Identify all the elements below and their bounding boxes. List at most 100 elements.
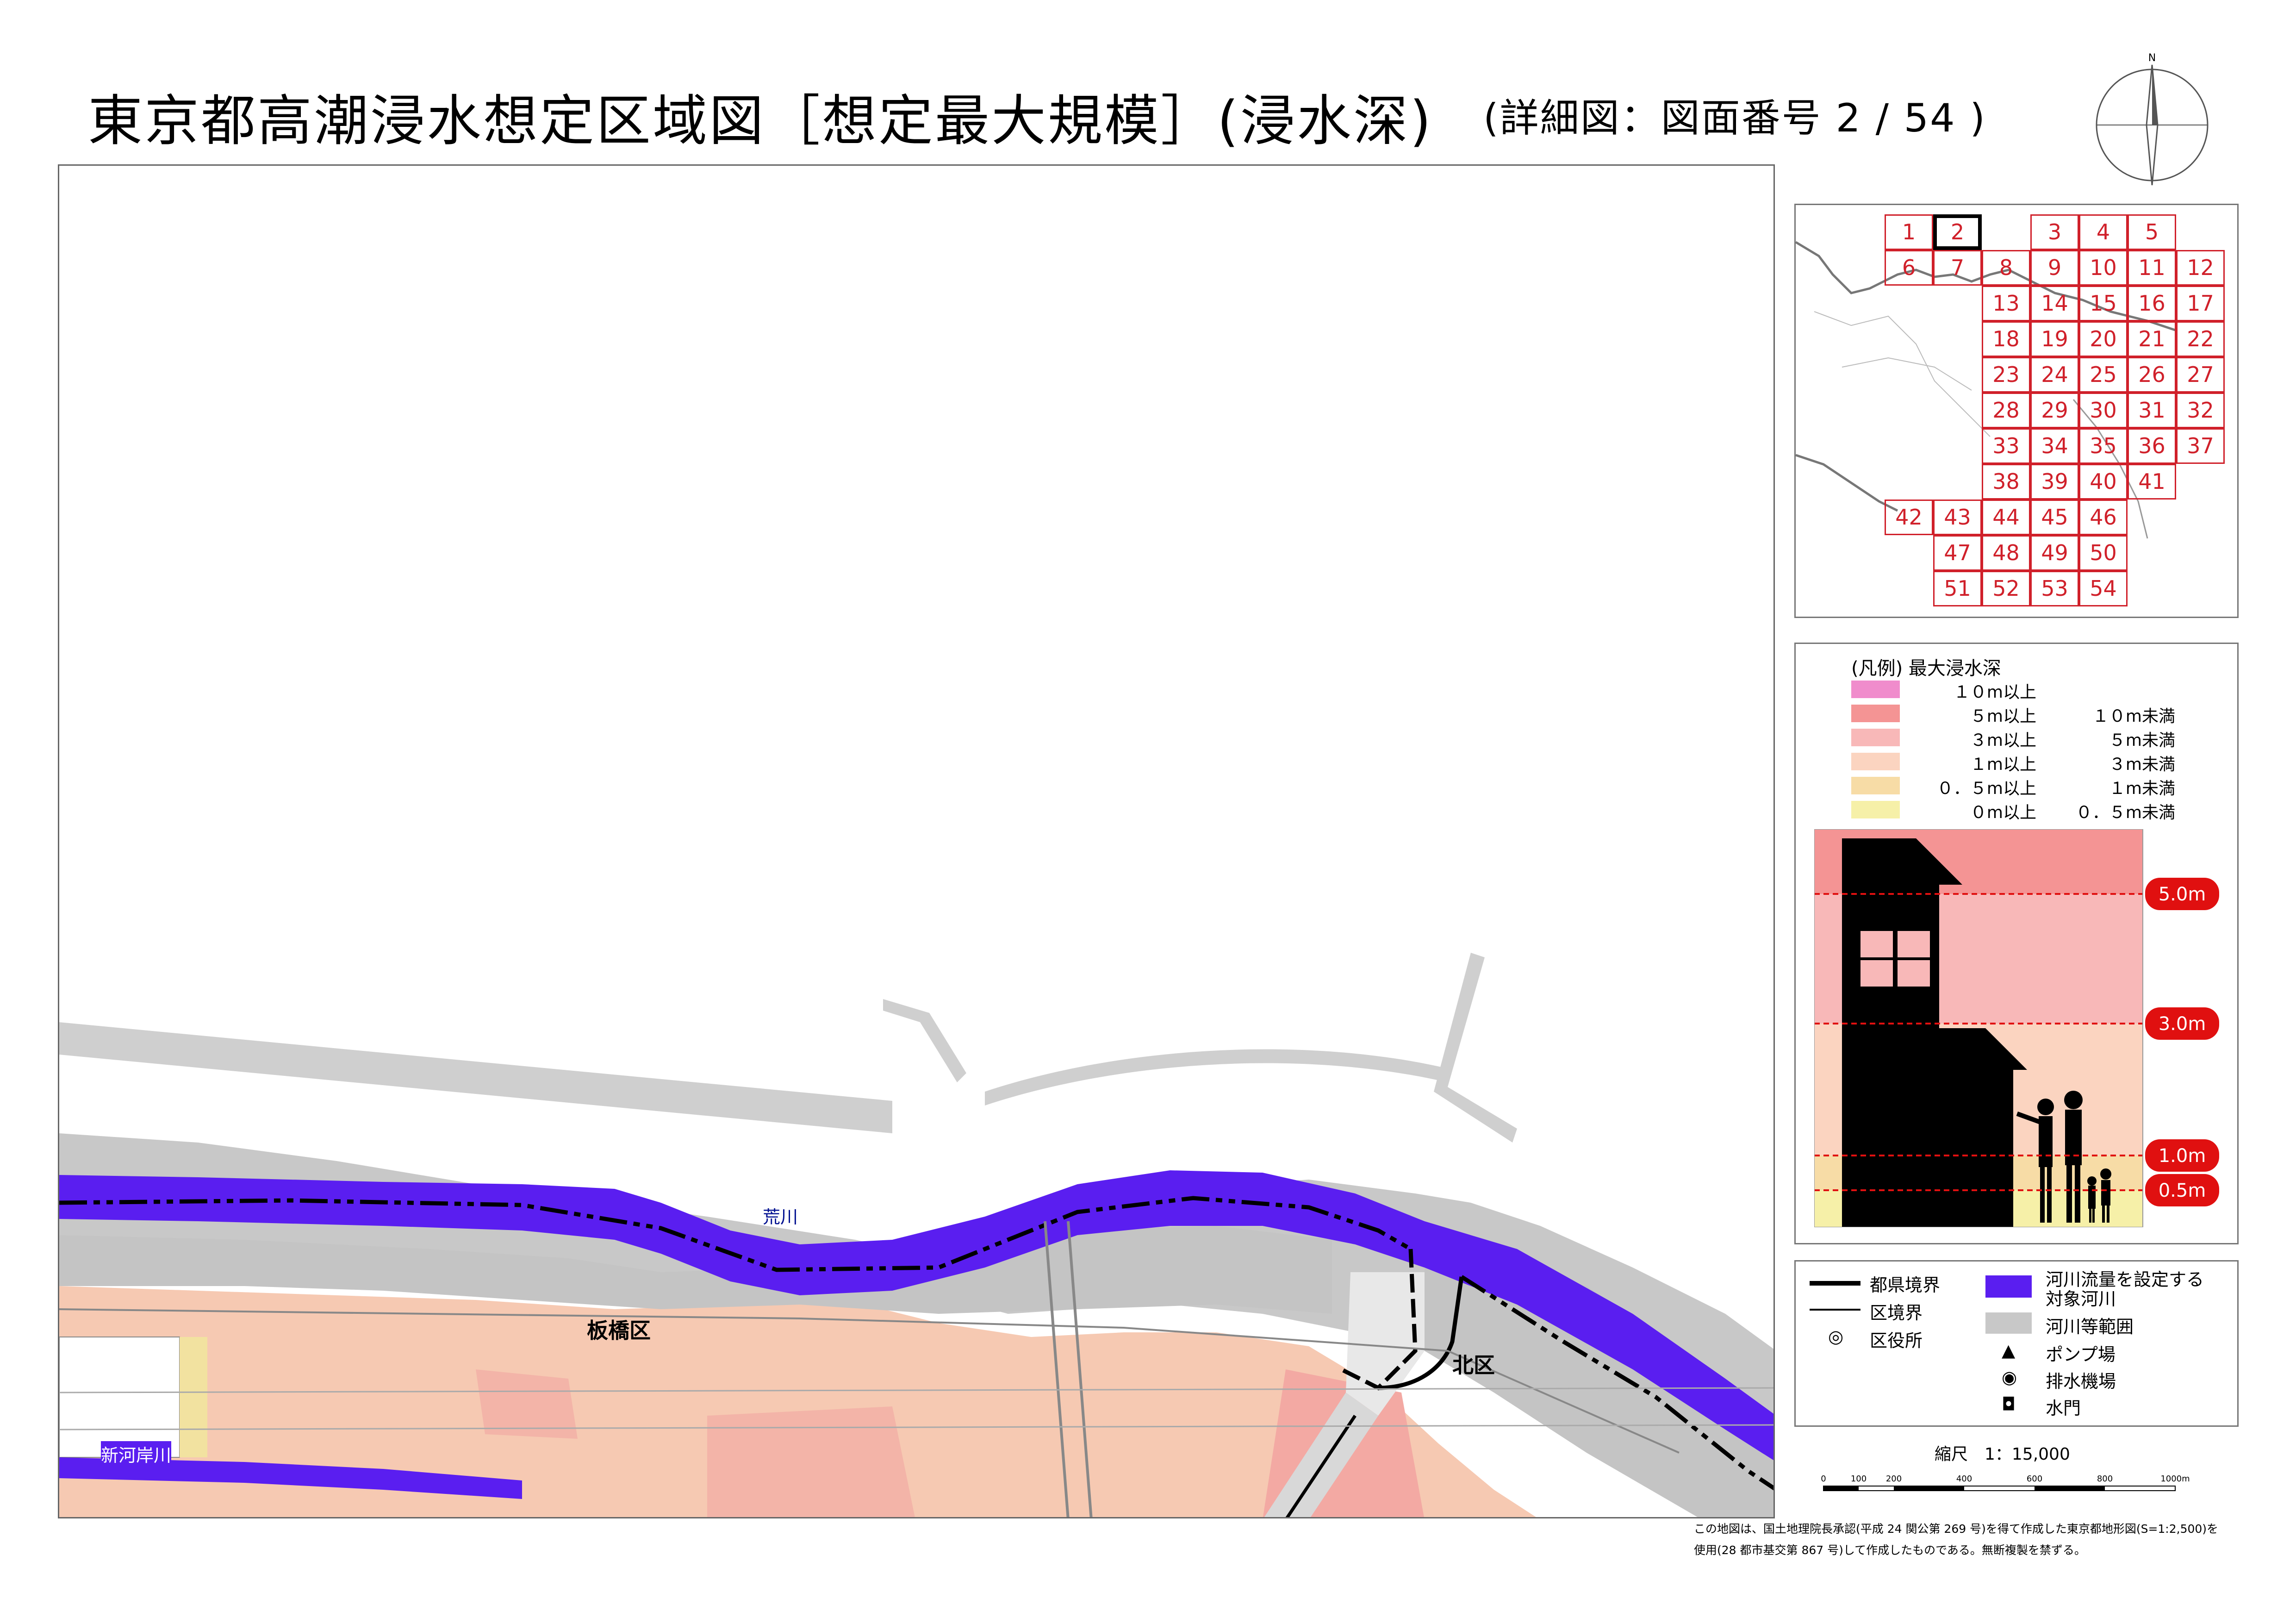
depth-marker-3m-label: 3.0m	[2159, 1013, 2206, 1035]
target-river-swatch	[1985, 1275, 2032, 1298]
index-cell-2[interactable]: 2	[1933, 214, 1982, 250]
index-cell-5[interactable]: 5	[2128, 214, 2176, 250]
north-arrow-icon: N	[2096, 52, 2209, 186]
index-cell-47[interactable]: 47	[1933, 535, 1982, 571]
index-cell-54[interactable]: 54	[2079, 571, 2128, 606]
index-cell-3[interactable]: 3	[2030, 214, 2079, 250]
index-cell-35[interactable]: 35	[2079, 428, 2128, 464]
index-map-panel: 1 2 3 4 5 6 7 8 9 10 11 12 13 14 15 16 17 18 19 20 21 22 23 24 2…	[1794, 204, 2239, 618]
legend-lower: ０．５m以上	[1936, 779, 2036, 798]
legend-item: ５m以上 １０m未満	[1851, 703, 2231, 726]
index-cell-28[interactable]: 28	[1982, 393, 2030, 428]
ward-boundary-label: 区境界	[1870, 1303, 1923, 1323]
legend-lower: １m以上	[1970, 755, 2036, 774]
prefecture-boundary-symbol	[1810, 1281, 1860, 1286]
index-cell-29[interactable]: 29	[2030, 393, 2079, 428]
symbols-legend: 都県境界 区境界 ◎ 区役所 河川流量を設定する 対象河川 河川等範囲 ▲ ポン…	[1794, 1260, 2239, 1427]
index-cell-14[interactable]: 14	[2030, 286, 2079, 321]
legend-upper: ０．５m未満	[2075, 803, 2175, 822]
legend-lower: ５m以上	[1970, 707, 2036, 726]
index-cell-19[interactable]: 19	[2030, 321, 2079, 357]
legend-upper: １m未満	[2109, 779, 2175, 798]
legend-swatch	[1851, 753, 1900, 770]
index-cell-31[interactable]: 31	[2128, 393, 2176, 428]
map-area[interactable]: 荒川 板橋区 北区 新河岸川	[58, 164, 1775, 1518]
index-cell-30[interactable]: 30	[2079, 393, 2128, 428]
sheet-number: (詳細図：図面番号 2 / 54 )	[1483, 95, 1986, 141]
index-cell-37[interactable]: 37	[2176, 428, 2225, 464]
index-cell-15[interactable]: 15	[2079, 286, 2128, 321]
index-cell-26[interactable]: 26	[2128, 357, 2176, 393]
index-cell-36[interactable]: 36	[2128, 428, 2176, 464]
credit-note: この地図は、国土地理院長承認(平成 24 関公第 269 号)を得て作成した東京…	[1694, 1518, 2235, 1561]
index-cell-44[interactable]: 44	[1982, 500, 2030, 535]
scale-tick: 0	[1821, 1474, 1826, 1484]
index-cell-16[interactable]: 16	[2128, 286, 2176, 321]
drainage-station-icon: ◉	[2002, 1367, 2017, 1387]
target-river-label-2: 対象河川	[2046, 1289, 2116, 1309]
scale-tick: 400	[1956, 1474, 1972, 1484]
inundation-map	[59, 166, 1773, 1517]
scale-tick: 800	[2097, 1474, 2113, 1484]
index-cell-18[interactable]: 18	[1982, 321, 2030, 357]
prefecture-boundary-label: 都県境界	[1870, 1275, 1941, 1295]
index-cell-51[interactable]: 51	[1933, 571, 1982, 606]
index-cell-7[interactable]: 7	[1933, 250, 1982, 286]
arakawa-label: 荒川	[763, 1207, 798, 1227]
index-cell-6[interactable]: 6	[1885, 250, 1933, 286]
index-cell-8[interactable]: 8	[1982, 250, 2030, 286]
legend-swatch	[1851, 681, 1900, 698]
index-cell-25[interactable]: 25	[2079, 357, 2128, 393]
index-cell-52[interactable]: 52	[1982, 571, 2030, 606]
index-cell-38[interactable]: 38	[1982, 464, 2030, 500]
index-cell-4[interactable]: 4	[2079, 214, 2128, 250]
depth-marker-1m-label: 1.0m	[2159, 1145, 2206, 1167]
scale-label: 縮尺 1：15,000	[1935, 1445, 2070, 1464]
legend-upper: ５m未満	[2109, 731, 2175, 750]
index-cell-20[interactable]: 20	[2079, 321, 2128, 357]
index-cell-41[interactable]: 41	[2128, 464, 2176, 500]
index-cell-11[interactable]: 11	[2128, 250, 2176, 286]
index-cell-53[interactable]: 53	[2030, 571, 2079, 606]
index-cell-45[interactable]: 45	[2030, 500, 2079, 535]
index-cell-39[interactable]: 39	[2030, 464, 2079, 500]
index-cell-46[interactable]: 46	[2079, 500, 2128, 535]
legend-item: １m以上 ３m未満	[1851, 751, 2231, 774]
index-cell-1[interactable]: 1	[1885, 214, 1933, 250]
scale-bar: 0 100 200 400 600 800 1000m	[1821, 1474, 2190, 1491]
index-cell-48[interactable]: 48	[1982, 535, 2030, 571]
scale-tick: 100	[1851, 1474, 1867, 1484]
ward-boundary-symbol	[1810, 1309, 1860, 1311]
index-cell-13[interactable]: 13	[1982, 286, 2030, 321]
index-cell-12[interactable]: 12	[2176, 250, 2225, 286]
index-cell-17[interactable]: 17	[2176, 286, 2225, 321]
index-cell-43[interactable]: 43	[1933, 500, 1982, 535]
index-cell-42[interactable]: 42	[1885, 500, 1933, 535]
legend-upper: １０m未満	[2092, 707, 2175, 726]
index-cell-50[interactable]: 50	[2079, 535, 2128, 571]
legend-swatch	[1851, 705, 1900, 722]
credit-line-1: この地図は、国土地理院長承認(平成 24 関公第 269 号)を得て作成した東京…	[1694, 1522, 2219, 1536]
index-cell-34[interactable]: 34	[2030, 428, 2079, 464]
index-cell-32[interactable]: 32	[2176, 393, 2225, 428]
legend-title: (凡例) 最大浸水深	[1851, 658, 2001, 679]
index-cell-9[interactable]: 9	[2030, 250, 2079, 286]
index-cell-21[interactable]: 21	[2128, 321, 2176, 357]
legend-lower: ０m以上	[1970, 803, 2036, 822]
index-cell-24[interactable]: 24	[2030, 357, 2079, 393]
index-cell-33[interactable]: 33	[1982, 428, 2030, 464]
shingashi-label: 新河岸川	[101, 1441, 172, 1467]
index-cell-23[interactable]: 23	[1982, 357, 2030, 393]
legend-swatch	[1851, 801, 1900, 818]
index-cell-49[interactable]: 49	[2030, 535, 2079, 571]
index-cell-27[interactable]: 27	[2176, 357, 2225, 393]
index-cell-40[interactable]: 40	[2079, 464, 2128, 500]
ward-office-label: 区役所	[1870, 1330, 1923, 1351]
index-cell-22[interactable]: 22	[2176, 321, 2225, 357]
river-area-swatch	[1985, 1312, 2032, 1334]
water-gate-icon: ◘	[2002, 1394, 2016, 1414]
legend-swatch	[1851, 777, 1900, 794]
kita-ward-label: 北区	[1452, 1353, 1495, 1378]
legend-lower: １０m以上	[1953, 683, 2036, 702]
index-cell-10[interactable]: 10	[2079, 250, 2128, 286]
